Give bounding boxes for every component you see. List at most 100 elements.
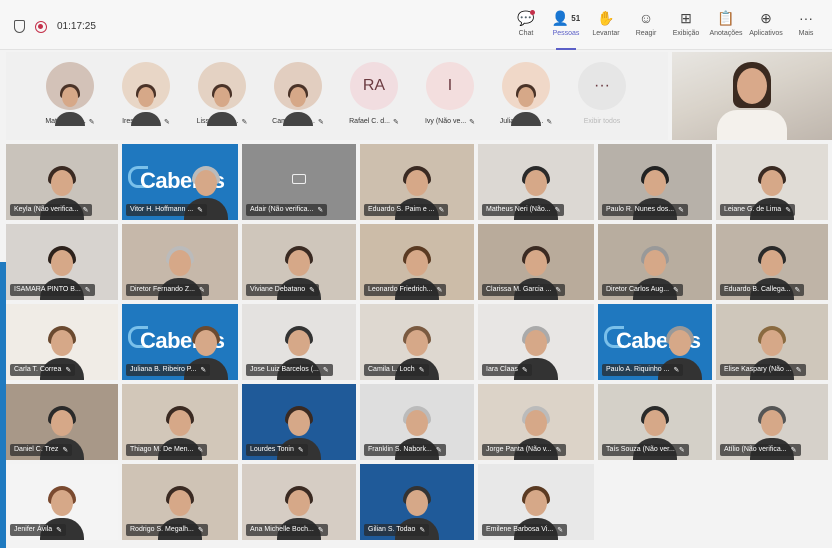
apps-icon: ⊕	[760, 9, 772, 26]
participant-tile[interactable]: Ana Michelle Boch... ✎	[242, 464, 356, 540]
mic-muted-icon: ✎	[546, 119, 553, 126]
avatar-photo	[207, 82, 237, 126]
participant-tile[interactable]: Cabergs Juliana B. Ribeiro P... ✎	[122, 304, 238, 380]
participant-name-label: Jorge Panta (Não v... ✎	[482, 444, 566, 456]
mic-muted-icon: ✎	[438, 207, 445, 214]
mic-muted-icon: ✎	[322, 367, 329, 374]
participant-tile[interactable]: Camila L. Loch ✎	[360, 304, 474, 380]
participant-tile[interactable]: Cabergs Vitor H. Hoffmann ... ✎	[122, 144, 238, 220]
camera-off-icon	[292, 174, 306, 184]
participant-tile[interactable]: Daniel C. Trez ✎	[6, 384, 118, 460]
mic-muted-icon: ✎	[794, 287, 801, 294]
participant-tile[interactable]: Emilene Barbosa Vi... ✎	[478, 464, 594, 540]
attendee-avatar[interactable]: Lissandra P...✎	[186, 62, 258, 126]
recording-icon	[35, 20, 47, 33]
mic-muted-icon: ✎	[317, 207, 324, 214]
attendee-avatar[interactable]: Ires M. da ...✎	[110, 62, 182, 126]
apps-button[interactable]: ⊕ Aplicativos	[746, 8, 786, 46]
participant-name-label: Taís Souza (Não ver... ✎	[602, 444, 689, 456]
avatar: RA	[350, 62, 398, 110]
participant-name-label: Jenifer Ávila ✎	[10, 524, 67, 536]
people-icon: 👤 51	[551, 9, 581, 26]
participant-tile[interactable]: Diretor Carlos Aug... ✎	[598, 224, 712, 300]
participant-tile[interactable]: Rodrigo S. Megalh... ✎	[122, 464, 238, 540]
mic-muted-icon: ✎	[309, 287, 316, 294]
avatar	[274, 62, 322, 126]
participant-tile[interactable]: Lourdes Tonin ✎	[242, 384, 356, 460]
attendee-avatar[interactable]: RA Rafael C. d... ✎	[338, 62, 410, 126]
participant-tile[interactable]: Taís Souza (Não ver... ✎	[598, 384, 712, 460]
notes-icon: 📋	[717, 9, 735, 26]
participant-tile[interactable]: Thiago M. De Men... ✎	[122, 384, 238, 460]
participant-tile[interactable]: Diretor Fernando Z... ✎	[122, 224, 238, 300]
avatar-photo	[55, 82, 85, 126]
attendee-avatar[interactable]: Camila Grai...✎	[262, 62, 334, 126]
participant-tile[interactable]: Adair (Não verifica... ✎	[242, 144, 356, 220]
raise-hand-button[interactable]: ✋ Levantar	[586, 8, 626, 46]
mic-muted-icon: ✎	[436, 287, 443, 294]
unread-dot	[530, 10, 535, 15]
video-grid: Keyla (Não verifica... ✎ Cabergs Vitor H. H…	[6, 144, 832, 544]
mic-muted-icon: ✎	[317, 527, 324, 534]
participant-name-label: Clarissa M. Garcia ... ✎	[482, 284, 566, 296]
participant-tile[interactable]: Gilian S. Todao ✎	[360, 464, 474, 540]
participant-tile[interactable]: Eduardo B. Callega... ✎	[716, 224, 828, 300]
people-button[interactable]: 👤 51 Pessoas	[546, 8, 586, 50]
avatar-initials: RA	[362, 77, 386, 94]
teams-meeting-window: 01:17:25 💬 Chat 👤 51 Pessoas ✋ Levantar ☺…	[0, 0, 832, 548]
participant-tile[interactable]: Clarissa M. Garcia ... ✎	[478, 224, 594, 300]
participant-tile[interactable]: Franklin S. Nabork... ✎	[360, 384, 474, 460]
participant-tile[interactable]: Carla T. Correa ✎	[6, 304, 118, 380]
mic-muted-icon: ✎	[673, 287, 679, 294]
attendee-avatar[interactable]: Juliane B. C...✎	[490, 62, 562, 126]
participant-tile[interactable]: Elise Kaspary (Não ... ✎	[716, 304, 828, 380]
avatar-initials: ···	[594, 77, 610, 94]
participant-tile[interactable]: Leiane G. de Lima ✎	[716, 144, 828, 220]
notes-button[interactable]: 📋 Anotações	[706, 8, 746, 46]
attendee-name: Exibir todos	[583, 118, 621, 125]
participant-tile[interactable]: Jose Luiz Barcelos (... ✎	[242, 304, 356, 380]
participant-tile[interactable]: Viviane Debatano ✎	[242, 224, 356, 300]
mic-muted-icon: ✎	[419, 527, 426, 534]
participant-name-label: Leonardo Friedrich... ✎	[364, 284, 447, 296]
more-button[interactable]: ··· Mais	[786, 8, 826, 46]
participant-tile[interactable]: Atílio (Não verifica... ✎	[716, 384, 828, 460]
participant-tile[interactable]: Eduardo S. Paim e ... ✎	[360, 144, 474, 220]
attendee-avatar[interactable]: I Ivy (Não ve... ✎	[414, 62, 486, 126]
participant-tile[interactable]: Keyla (Não verifica... ✎	[6, 144, 118, 220]
react-button[interactable]: ☺ Reagir	[626, 8, 666, 46]
mic-muted-icon: ✎	[297, 447, 304, 454]
show-all-attendees[interactable]: ··· Exibir todos	[566, 62, 638, 125]
mic-muted-icon: ✎	[84, 287, 91, 294]
more-icon: ···	[799, 10, 813, 26]
participant-tile[interactable]: ISAMARA PINTO B... ✎	[6, 224, 118, 300]
participant-tile[interactable]: Paulo R. Nunes dos... ✎	[598, 144, 712, 220]
mic-muted-icon: ✎	[65, 367, 72, 374]
view-button[interactable]: ⊞ Exibição	[666, 8, 706, 46]
participant-name-label: Franklin S. Nabork... ✎	[364, 444, 446, 456]
participant-tile[interactable]: Leonardo Friedrich... ✎	[360, 224, 474, 300]
mic-muted-icon: ✎	[56, 527, 63, 534]
mic-muted-icon: ✎	[521, 367, 528, 374]
attendee-avatar[interactable]: Matheus Al...✎	[34, 62, 106, 126]
mic-muted-icon: ✎	[197, 207, 204, 214]
mic-muted-icon: ✎	[164, 119, 170, 126]
mic-muted-icon: ✎	[678, 447, 685, 454]
participant-tile[interactable]: Cabergs Paulo A. Riquinho ... ✎	[598, 304, 712, 380]
participant-name-label: Paulo R. Nunes dos... ✎	[602, 204, 688, 216]
mic-muted-icon: ✎	[241, 119, 248, 126]
mic-muted-icon: ✎	[418, 367, 425, 374]
participant-name-label: Elise Kaspary (Não ... ✎	[720, 364, 806, 376]
participant-tile[interactable]: Jenifer Ávila ✎	[6, 464, 118, 540]
participant-name-label: Diretor Carlos Aug... ✎	[602, 284, 683, 296]
participant-tile[interactable]: Jorge Panta (Não v... ✎	[478, 384, 594, 460]
participant-tile[interactable]: Iara Claas ✎	[478, 304, 594, 380]
participant-name-label: ISAMARA PINTO B... ✎	[10, 284, 95, 296]
shield-icon	[14, 20, 25, 33]
raise-hand-icon: ✋	[597, 9, 615, 26]
mic-muted-icon: ✎	[197, 447, 204, 454]
mic-muted-icon: ✎	[197, 527, 204, 534]
chat-button[interactable]: 💬 Chat	[506, 8, 546, 46]
avatar: I	[426, 62, 474, 110]
participant-tile[interactable]: Matheus Neri (Não... ✎	[478, 144, 594, 220]
